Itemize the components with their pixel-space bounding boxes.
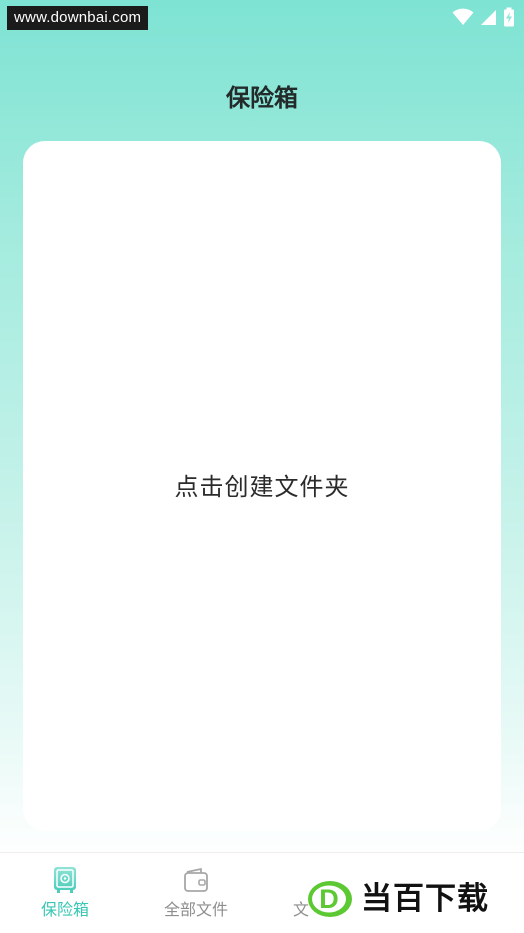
brand-text: 当百下载 bbox=[361, 881, 489, 917]
safe-icon bbox=[50, 865, 80, 895]
svg-text:D: D bbox=[319, 884, 339, 914]
wifi-icon bbox=[452, 8, 474, 25]
page-title: 保险箱 bbox=[226, 84, 298, 112]
nav-item-vault[interactable]: 保险箱 bbox=[10, 865, 120, 921]
brand-d-icon: D bbox=[307, 879, 353, 919]
url-watermark: www.downbai.com bbox=[7, 6, 149, 30]
status-bar-icons bbox=[452, 6, 515, 28]
brand-watermark-logo: D 当百下载 bbox=[307, 878, 489, 920]
create-folder-label[interactable]: 点击创建文件夹 bbox=[175, 467, 350, 502]
cellular-signal-icon bbox=[481, 9, 496, 25]
nav-label-vault: 保险箱 bbox=[40, 900, 89, 919]
wallet-icon bbox=[181, 865, 211, 895]
nav-item-all-files[interactable]: 全部文件 bbox=[141, 865, 251, 921]
create-folder-card[interactable]: 点击创建文件夹 bbox=[23, 141, 501, 831]
nav-label-all-files: 全部文件 bbox=[163, 900, 228, 919]
battery-charging-icon bbox=[504, 7, 514, 27]
